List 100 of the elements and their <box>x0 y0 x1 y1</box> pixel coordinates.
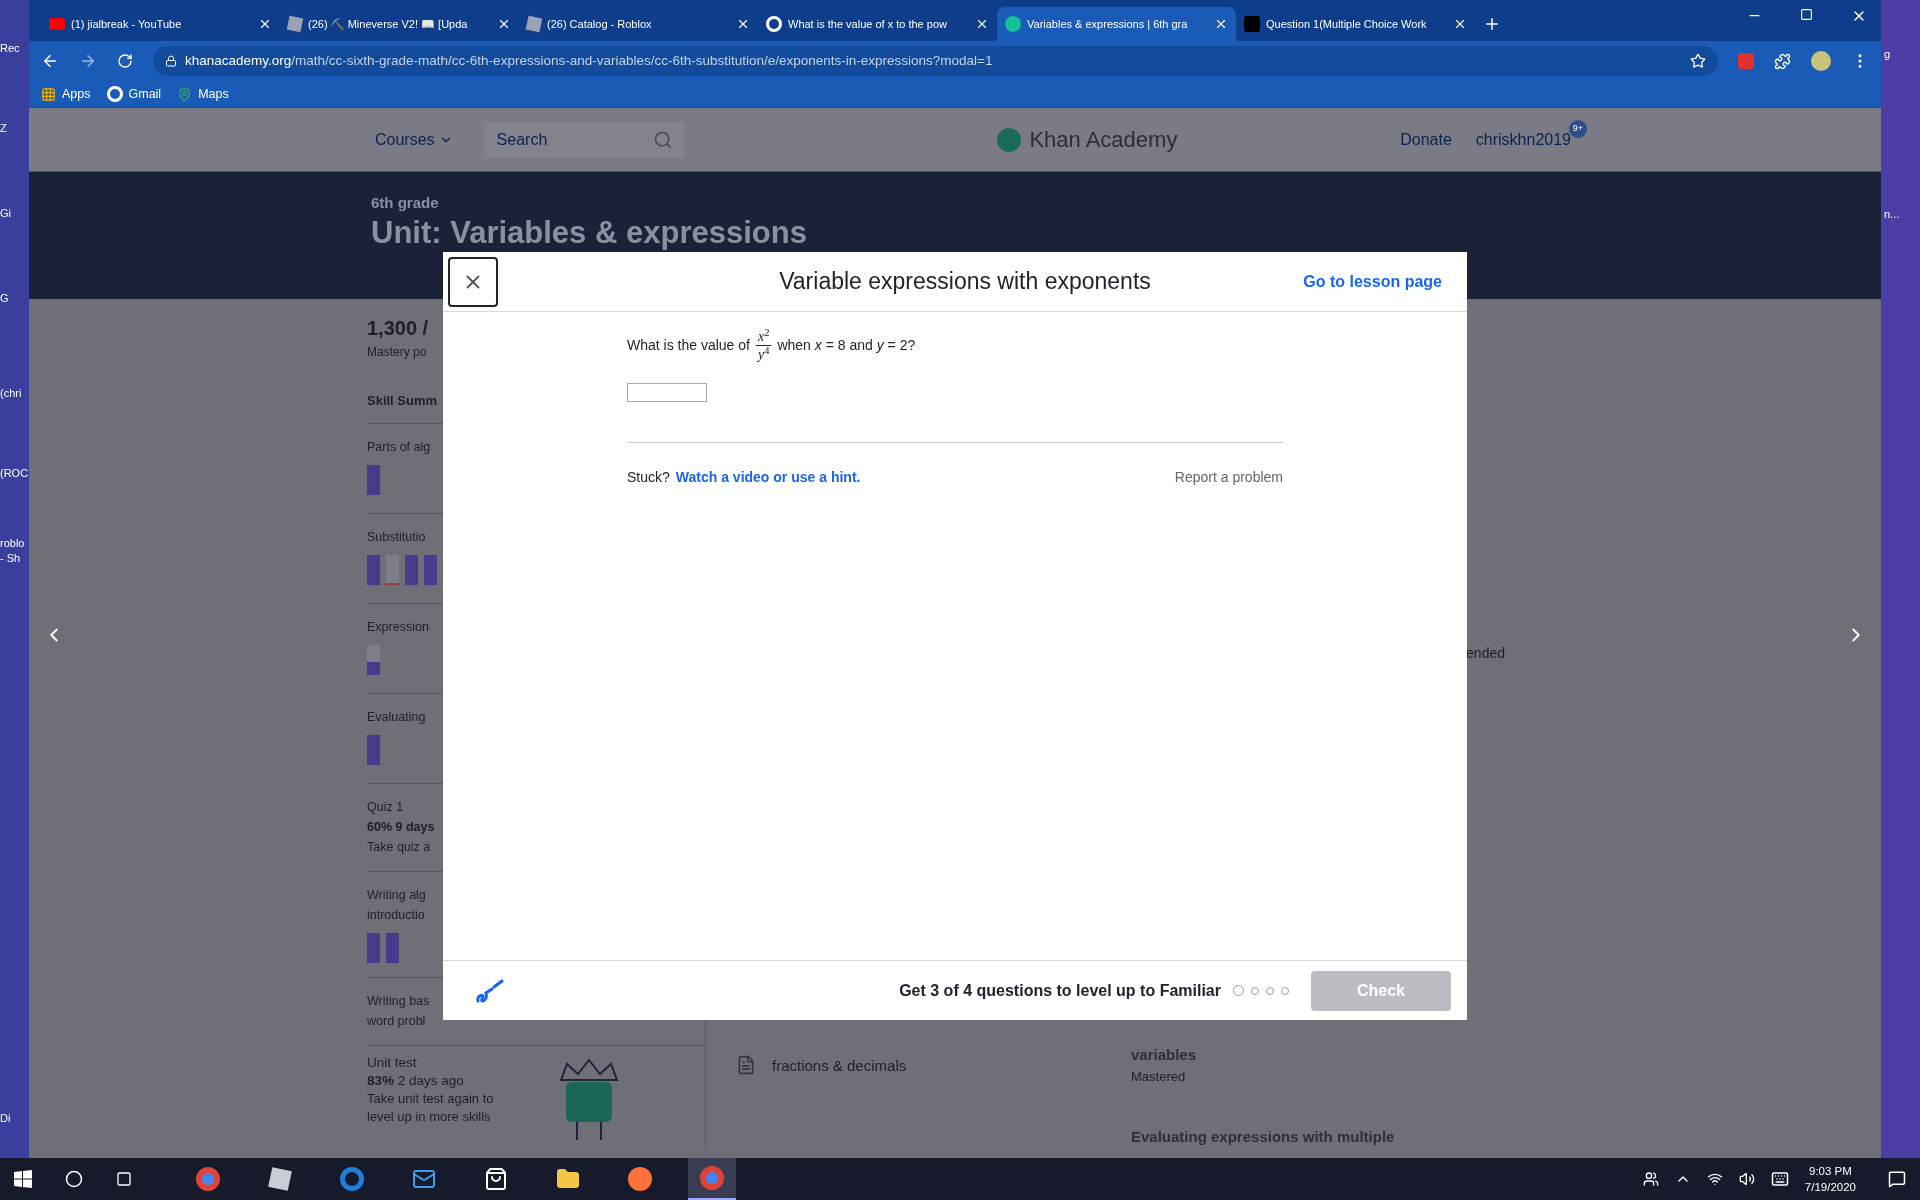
question-text: What is the value of <box>627 336 750 355</box>
close-icon[interactable] <box>258 17 272 31</box>
donate-link[interactable]: Donate <box>1400 127 1452 152</box>
skill-text[interactable]: Substitutio <box>367 526 426 547</box>
firefox-logo-icon[interactable] <box>628 1167 652 1191</box>
khan-logo-icon <box>997 127 1022 152</box>
grade-label: 6th grade <box>371 193 439 213</box>
skill-text[interactable]: Take quiz a <box>367 836 431 857</box>
desktop-icon-label[interactable]: (chri <box>0 385 22 402</box>
skill-text[interactable]: Quiz 1 <box>367 796 404 817</box>
desktop-icon-label[interactable]: G <box>0 290 9 307</box>
skill-text[interactable]: introductio <box>367 904 425 925</box>
browser-tab[interactable]: (26) Catalog - Roblox <box>519 7 758 41</box>
close-button[interactable] <box>448 257 498 307</box>
mail-icon[interactable] <box>412 1167 436 1191</box>
search-field[interactable]: Search <box>484 121 685 158</box>
wifi-icon[interactable] <box>1706 1171 1723 1187</box>
chrome-logo-icon[interactable] <box>700 1166 724 1190</box>
browser-tab[interactable]: Variables & expressions | 6th gra <box>997 7 1236 41</box>
answer-field[interactable] <box>627 383 707 402</box>
skill-text[interactable]: Evaluating <box>367 706 426 727</box>
bookmark-star-icon[interactable] <box>1690 53 1706 69</box>
close-icon[interactable] <box>1453 17 1467 31</box>
skill-card[interactable]: variables Mastered <box>1115 1044 1505 1086</box>
browser-tab[interactable]: (26) ⛏ Mineverse V2! 📖 [Upda <box>280 7 519 41</box>
e-logo-icon[interactable] <box>340 1167 364 1191</box>
windows-logo-icon[interactable] <box>14 1170 32 1188</box>
recommended-text: ended <box>1466 644 1505 663</box>
clock-time[interactable]: 9:03 PM <box>1809 1163 1852 1179</box>
summary-title: Skill Summ <box>367 392 438 410</box>
b-logo-icon <box>1244 16 1260 32</box>
courses-menu[interactable]: Courses <box>375 127 453 152</box>
chrome-logo-icon[interactable] <box>196 1167 220 1191</box>
forward-icon[interactable] <box>79 52 97 70</box>
tab-title: (1) jialbreak - YouTube <box>71 16 183 32</box>
desktop-icon-label[interactable]: n... <box>1884 206 1900 223</box>
unit-test-hint: Take unit test again to level up in more skills <box>367 1089 495 1126</box>
desktop-icon-label[interactable]: Rec <box>0 40 20 57</box>
browser-tab[interactable]: Question 1(Multiple Choice Work <box>1236 7 1475 41</box>
username-link[interactable]: chriskhn2019 <box>1475 130 1571 148</box>
task-view-icon[interactable] <box>116 1171 132 1187</box>
address-bar[interactable]: khanacademy.org/math/cc-sixth-grade-math/cc-6th-expressions-and-variables/cc-6th-substitution/e/exponents-in-expressions?modal=1 <box>153 46 1718 76</box>
notification-badge: 9+ <box>1569 119 1587 138</box>
skill-card-title: variables <box>1131 1045 1197 1065</box>
unit-test-title[interactable]: Unit test <box>367 1053 417 1072</box>
desktop-icon-label[interactable]: Z <box>0 120 7 137</box>
store-bag-icon[interactable] <box>484 1167 508 1191</box>
extensions-icon[interactable] <box>1774 52 1791 70</box>
profile-avatar[interactable] <box>1811 51 1831 71</box>
new-tab-icon[interactable] <box>1483 15 1501 33</box>
lesson-card-title[interactable]: fractions & decimals <box>772 1055 907 1078</box>
maximize-icon[interactable] <box>1800 8 1813 21</box>
desktop-icon-label[interactable]: g <box>1884 46 1891 63</box>
hint-link[interactable]: Watch a video or use a hint. <box>675 467 861 488</box>
search-icon[interactable] <box>65 1170 83 1188</box>
desktop-icon-label[interactable]: (ROC <box>0 465 29 482</box>
lesson-page-link[interactable]: Go to lesson page <box>1303 269 1442 294</box>
bookmark-link[interactable]: Gmail <box>106 84 162 104</box>
bookmark-link[interactable]: Apps <box>41 84 91 104</box>
url-text: khanacademy.org/math/cc-sixth-grade-math/cc-6th-expressions-and-variables/cc-6th-substitution/e/exponents-in-expressions?modal=1 <box>185 51 993 70</box>
browser-tab[interactable]: What is the value of x to the pow <box>758 7 997 41</box>
modal-title: Variable expressions with exponents <box>779 267 1151 297</box>
desktop-icon-label[interactable]: Di <box>0 1110 11 1127</box>
clock-date[interactable]: 7/19/2020 <box>1804 1179 1856 1195</box>
back-icon[interactable] <box>41 52 59 70</box>
skill-text[interactable]: word probl <box>367 1010 426 1031</box>
skill-text[interactable]: Expression <box>367 616 429 637</box>
browser-tab[interactable]: (1) jialbreak - YouTube <box>41 7 280 41</box>
skill-text[interactable]: Parts of alg <box>367 436 431 457</box>
progress-text: Get 3 of 4 questions to level up to Familiar <box>899 980 1221 1001</box>
tilted-square-icon[interactable] <box>268 1167 292 1191</box>
tab-title: Variables & expressions | 6th gra <box>1027 16 1189 32</box>
tab-title: (26) Catalog - Roblox <box>547 16 653 32</box>
volume-icon[interactable] <box>1738 1171 1755 1187</box>
skill-text[interactable]: Writing alg <box>367 884 426 905</box>
skill-text[interactable]: 60% 9 days <box>367 816 435 837</box>
close-icon[interactable] <box>497 17 511 31</box>
reload-icon[interactable] <box>117 53 133 69</box>
close-icon[interactable] <box>736 17 750 31</box>
g-logo-icon <box>106 86 123 102</box>
keyboard-icon[interactable] <box>1770 1170 1789 1188</box>
bookmark-link[interactable]: Maps <box>177 84 229 104</box>
tilted-square-icon <box>286 15 304 33</box>
desktop-icon-label[interactable]: - Sh <box>0 550 21 567</box>
skill-text[interactable]: Writing bas <box>367 990 430 1011</box>
people-icon[interactable] <box>1642 1171 1659 1187</box>
desktop-icon-label[interactable]: roblo <box>0 535 25 552</box>
notifications-icon[interactable] <box>1888 1170 1906 1188</box>
apps-grid-icon <box>41 86 56 102</box>
tab-title: What is the value of x to the pow <box>788 16 948 32</box>
close-icon[interactable] <box>1214 17 1228 31</box>
close-icon[interactable] <box>975 17 989 31</box>
folder-icon[interactable] <box>556 1167 580 1191</box>
stuck-label: Stuck? <box>627 468 670 487</box>
question-text: when x = 8 and y = 2? <box>777 336 916 355</box>
desktop-icon-label[interactable]: Gi <box>0 205 11 222</box>
play-logo-icon <box>49 18 65 30</box>
mastery-points: 1,300 / <box>367 316 429 341</box>
report-problem-link[interactable]: Report a problem <box>1174 467 1283 488</box>
site-logo-text[interactable]: Khan Academy <box>1029 123 1178 156</box>
